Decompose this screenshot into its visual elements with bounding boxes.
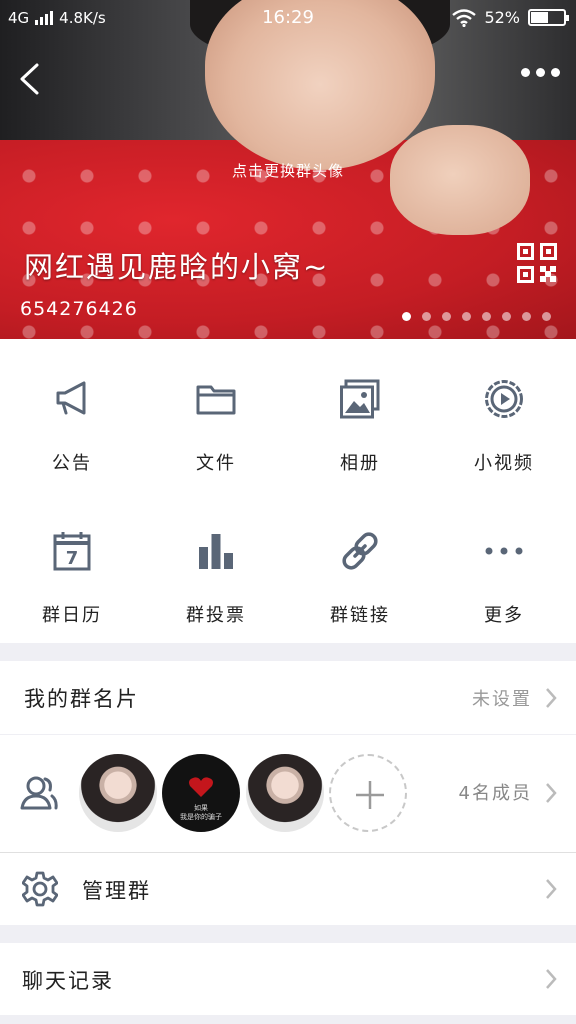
battery-percent: 52% bbox=[484, 8, 520, 27]
heart-icon bbox=[189, 777, 213, 797]
gear-icon bbox=[22, 871, 58, 907]
bar-chart-icon bbox=[199, 534, 233, 569]
members-row[interactable]: 如果 我是你的骗子 4名成员 bbox=[0, 735, 576, 852]
feature-label: 文件 bbox=[196, 453, 236, 474]
calendar-icon: 7 bbox=[53, 532, 91, 571]
pager-dot bbox=[502, 312, 511, 321]
photo-pager-dots bbox=[402, 312, 551, 321]
manage-group-row[interactable]: 管理群 bbox=[0, 853, 576, 925]
members-icon bbox=[20, 776, 58, 810]
manage-group-label: 管理群 bbox=[82, 879, 151, 903]
folder-icon bbox=[196, 385, 236, 415]
pager-dot bbox=[422, 312, 431, 321]
group-profile-page: 4G 4.8K/s 16:29 52% 点击更换群头像 网红遇见鹿晗的小窝~ 6… bbox=[0, 0, 576, 1024]
feature-short-video[interactable]: 小视频 bbox=[432, 339, 576, 491]
pager-dot bbox=[542, 312, 551, 321]
qr-code-icon[interactable] bbox=[517, 243, 557, 283]
pager-dot bbox=[482, 312, 491, 321]
more-options-icon[interactable] bbox=[521, 68, 560, 77]
chevron-right-icon bbox=[546, 879, 557, 899]
calendar-day: 7 bbox=[66, 548, 79, 569]
status-bar: 4G 4.8K/s 16:29 52% bbox=[0, 0, 576, 36]
back-arrow-icon[interactable] bbox=[16, 62, 44, 96]
feature-calendar[interactable]: 7 群日历 bbox=[0, 491, 144, 643]
pager-dot bbox=[522, 312, 531, 321]
my-group-card-row[interactable]: 我的群名片 未设置 bbox=[0, 661, 576, 734]
member-avatar[interactable]: 如果 我是你的骗子 bbox=[162, 754, 240, 832]
feature-label: 相册 bbox=[340, 453, 380, 474]
feature-link[interactable]: 群链接 bbox=[288, 491, 432, 643]
pager-dot bbox=[462, 312, 471, 321]
chat-history-label: 聊天记录 bbox=[22, 969, 114, 993]
add-member-button[interactable] bbox=[329, 754, 407, 832]
battery-icon bbox=[528, 9, 569, 26]
feature-album[interactable]: 相册 bbox=[288, 339, 432, 491]
pager-dot bbox=[442, 312, 451, 321]
feature-label: 公告 bbox=[52, 453, 92, 474]
more-dots-icon bbox=[485, 547, 523, 555]
feature-label: 小视频 bbox=[474, 453, 534, 474]
feature-vote[interactable]: 群投票 bbox=[144, 491, 288, 643]
group-card-value: 未设置 bbox=[472, 689, 532, 710]
group-avatar-header[interactable]: 4G 4.8K/s 16:29 52% 点击更换群头像 网红遇见鹿晗的小窝~ 6… bbox=[0, 0, 576, 339]
album-icon bbox=[340, 379, 380, 419]
feature-more[interactable]: 更多 bbox=[432, 491, 576, 643]
chat-history-row[interactable]: 聊天记录 bbox=[0, 943, 576, 1015]
pager-dot bbox=[402, 312, 411, 321]
group-id: 654276426 bbox=[20, 298, 138, 320]
link-icon bbox=[342, 532, 378, 570]
feature-label: 更多 bbox=[484, 605, 524, 626]
feature-label: 群投票 bbox=[186, 605, 246, 626]
feature-grid: 公告 文件 相册 小视频 7 群日历 群投票 群链接 更多 bbox=[0, 339, 576, 643]
member-avatar[interactable] bbox=[79, 754, 157, 832]
chevron-right-icon bbox=[546, 783, 557, 803]
feature-label: 群链接 bbox=[330, 605, 390, 626]
chevron-right-icon bbox=[546, 688, 557, 708]
avatar-caption: 如果 我是你的骗子 bbox=[180, 804, 222, 821]
change-avatar-hint[interactable]: 点击更换群头像 bbox=[0, 160, 576, 181]
group-card-label: 我的群名片 bbox=[24, 687, 139, 711]
plus-icon bbox=[356, 781, 384, 809]
chevron-right-icon bbox=[546, 969, 557, 989]
feature-label: 群日历 bbox=[42, 605, 102, 626]
group-name: 网红遇见鹿晗的小窝~ bbox=[24, 250, 330, 284]
feature-files[interactable]: 文件 bbox=[144, 339, 288, 491]
wifi-icon bbox=[452, 8, 477, 27]
member-avatar[interactable] bbox=[246, 754, 324, 832]
video-play-icon bbox=[485, 380, 523, 418]
feature-announcement[interactable]: 公告 bbox=[0, 339, 144, 491]
megaphone-icon bbox=[56, 381, 86, 415]
member-count: 4名成员 bbox=[458, 783, 532, 804]
